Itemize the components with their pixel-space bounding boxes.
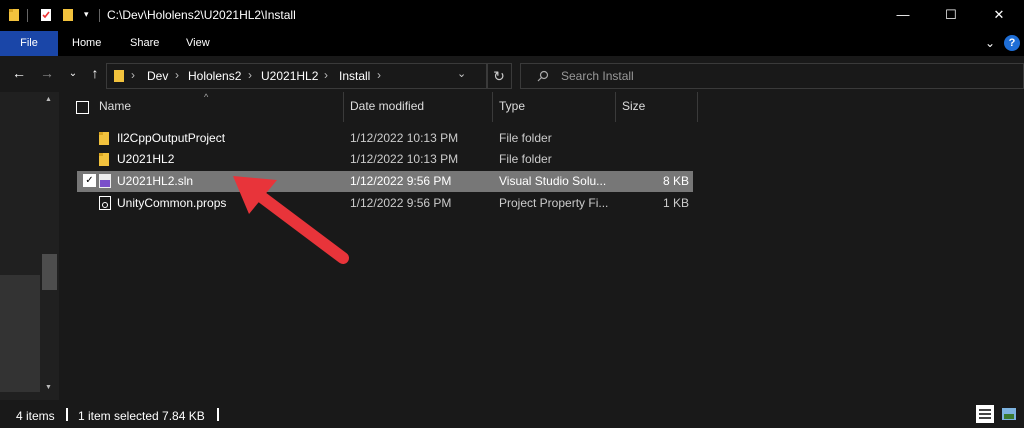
forward-button[interactable]: →	[38, 65, 56, 81]
file-date: 1/12/2022 10:13 PM	[350, 131, 459, 145]
address-box[interactable]: › Dev › Hololens2 › U2021HL2 › Install ›…	[106, 63, 488, 89]
ribbon: File Home Share View ⌄ ?	[0, 31, 1024, 56]
breadcrumb-separator: ›	[248, 68, 252, 82]
tab-view[interactable]: View	[186, 31, 210, 56]
column-header-name[interactable]: Name	[99, 99, 131, 123]
folder-icon	[99, 132, 109, 145]
search-placeholder: Search Install	[561, 69, 634, 83]
refresh-button[interactable]: ↻	[486, 63, 512, 89]
row-checkbox[interactable]: ✓	[83, 174, 96, 187]
file-name: Il2CppOutputProject	[117, 131, 226, 145]
file-date: 1/12/2022 9:56 PM	[350, 196, 452, 210]
breadcrumb-install[interactable]: Install	[339, 69, 370, 83]
status-divider	[217, 408, 219, 421]
breadcrumb-separator: ›	[175, 68, 179, 82]
address-bar-row: ← → ⌄ ↑ › Dev › Hololens2 › U2021HL2 › I…	[0, 56, 1024, 92]
large-icons-view-button[interactable]	[1000, 405, 1018, 423]
window-title: C:\Dev\Hololens2\U2021HL2\Install	[107, 8, 296, 22]
sort-indicator-icon: ^	[204, 92, 209, 102]
search-icon	[537, 70, 549, 82]
item-count: 4 items	[16, 409, 55, 423]
expand-ribbon-icon[interactable]: ⌄	[985, 36, 995, 50]
breadcrumb-dev[interactable]: Dev	[147, 69, 168, 83]
annotation-arrow	[233, 176, 349, 264]
scroll-down-icon[interactable]: ▼	[45, 384, 52, 391]
file-row[interactable]: UnityCommon.props 1/12/2022 9:56 PM Proj…	[77, 193, 693, 214]
navigation-pane-scroll-region	[0, 275, 40, 392]
column-divider	[343, 92, 344, 122]
folder-icon	[99, 153, 109, 166]
breadcrumb-u2021hl2[interactable]: U2021HL2	[261, 69, 318, 83]
breadcrumb-separator: ›	[131, 68, 135, 82]
breadcrumb-hololens2[interactable]: Hololens2	[188, 69, 241, 83]
file-size: 1 KB	[662, 196, 689, 210]
new-folder-icon[interactable]	[62, 8, 74, 22]
customize-quick-access-icon[interactable]: ▾	[84, 9, 89, 20]
column-header-type[interactable]: Type	[499, 99, 525, 123]
help-button[interactable]: ?	[1004, 35, 1020, 51]
status-bar: 4 items 1 item selected 7.84 KB	[0, 400, 1024, 428]
file-name: UnityCommon.props	[117, 196, 227, 210]
file-type: File folder	[499, 131, 552, 145]
column-header-date-modified[interactable]: Date modified	[350, 99, 424, 123]
maximize-button[interactable]: ☐	[936, 4, 966, 26]
tab-file[interactable]: File	[0, 31, 58, 56]
selection-info: 1 item selected 7.84 KB	[78, 409, 205, 423]
tab-home[interactable]: Home	[72, 31, 101, 56]
back-button[interactable]: ←	[10, 65, 28, 81]
close-button[interactable]: ✕	[984, 4, 1014, 26]
breadcrumb-separator: ›	[377, 68, 381, 82]
title-divider	[99, 9, 100, 22]
column-divider	[697, 92, 698, 122]
title-bar: ▾ C:\Dev\Hololens2\U2021HL2\Install — ☐ …	[0, 0, 1024, 31]
file-list: ^ Name Date modified Type Size Il2CppOut…	[59, 92, 1024, 400]
file-name: U2021HL2.sln	[117, 174, 194, 188]
select-all-checkbox[interactable]	[76, 101, 89, 114]
navigation-pane[interactable]	[0, 92, 40, 400]
breadcrumb-separator: ›	[324, 68, 328, 82]
file-date: 1/12/2022 10:13 PM	[350, 152, 459, 166]
property-file-icon	[99, 196, 111, 210]
file-row[interactable]: Il2CppOutputProject 1/12/2022 10:13 PM F…	[77, 128, 693, 149]
properties-icon[interactable]	[40, 8, 52, 22]
scroll-up-icon[interactable]: ▲	[45, 96, 52, 103]
column-divider	[492, 92, 493, 122]
folder-icon	[114, 70, 124, 82]
status-divider	[66, 408, 68, 421]
address-dropdown-icon[interactable]: ⌄	[457, 67, 466, 80]
file-row[interactable]: U2021HL2 1/12/2022 10:13 PM File folder	[77, 149, 693, 170]
file-size: 8 KB	[662, 174, 689, 188]
column-header-size[interactable]: Size	[622, 99, 645, 123]
file-row-selected[interactable]: ✓ U2021HL2.sln 1/12/2022 9:56 PM Visual …	[77, 171, 693, 192]
file-name: U2021HL2	[117, 152, 175, 166]
visual-studio-solution-icon	[99, 174, 111, 188]
tab-share[interactable]: Share	[130, 31, 159, 56]
details-view-icon	[979, 409, 991, 419]
quick-access-divider	[27, 9, 28, 22]
file-type: Visual Studio Solu...	[499, 174, 607, 188]
up-button[interactable]: ↑	[86, 65, 104, 81]
folder-icon	[9, 9, 19, 21]
details-view-button[interactable]	[976, 405, 994, 423]
column-divider	[615, 92, 616, 122]
navigation-scrollbar[interactable]: ▲ ▼	[40, 92, 59, 400]
file-type: Project Property Fi...	[499, 196, 609, 210]
large-icons-view-icon	[1002, 408, 1016, 420]
scrollbar-thumb[interactable]	[42, 254, 57, 290]
search-input[interactable]: Search Install	[520, 63, 1024, 89]
minimize-button[interactable]: —	[888, 4, 918, 26]
file-date: 1/12/2022 9:56 PM	[350, 174, 452, 188]
file-type: File folder	[499, 152, 552, 166]
recent-locations-icon[interactable]: ⌄	[64, 68, 82, 79]
